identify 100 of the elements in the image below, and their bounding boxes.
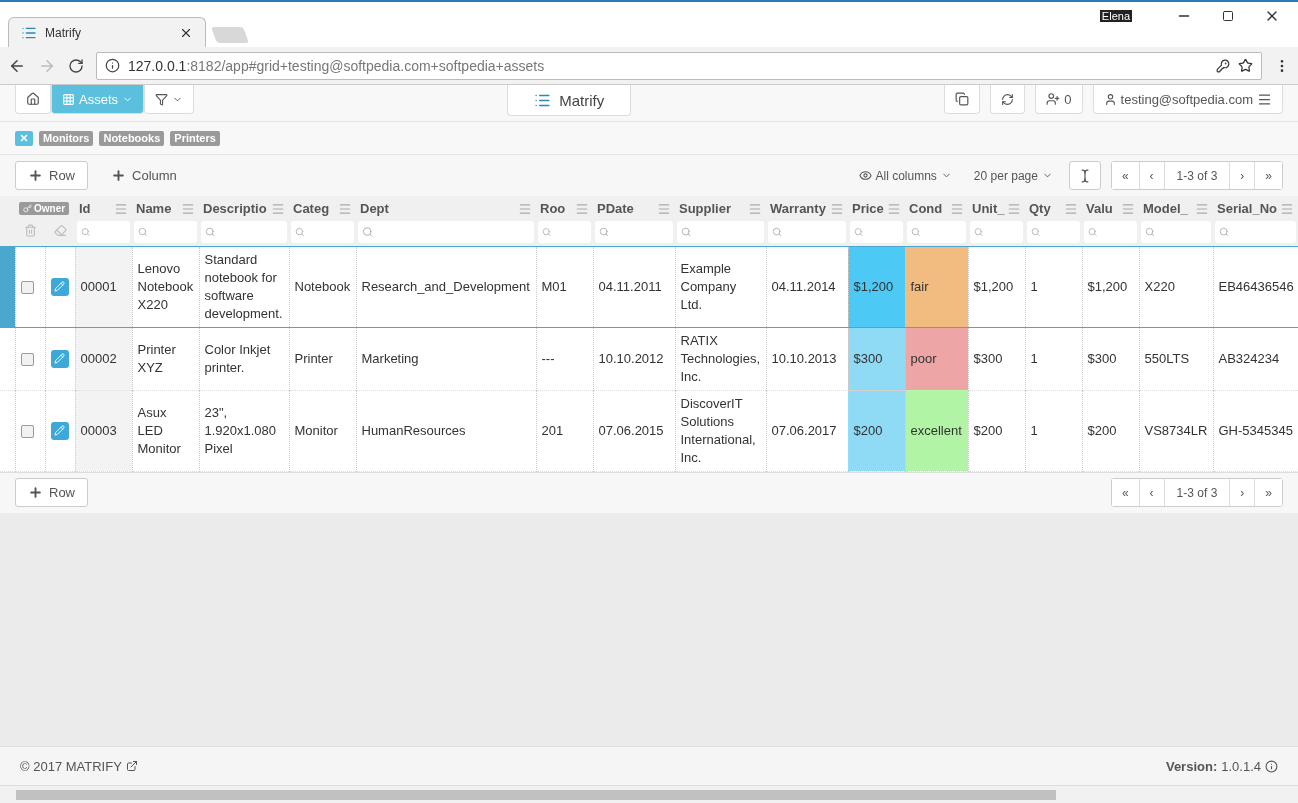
table-cell: fair: [905, 246, 968, 327]
refresh-button[interactable]: [990, 85, 1026, 114]
search-field[interactable]: [358, 221, 534, 244]
copy-button[interactable]: [944, 85, 981, 114]
invite-button[interactable]: 0: [1035, 85, 1083, 114]
clear-filters-button[interactable]: [15, 130, 33, 146]
table-cell: Standard notebook for software development.: [199, 246, 289, 327]
search-field[interactable]: [538, 221, 591, 244]
profile-name[interactable]: Elena: [1099, 10, 1132, 22]
search-field[interactable]: [291, 221, 354, 244]
table-cell: RATIX Technologies, Inc.: [675, 327, 766, 390]
search-icon: [1031, 226, 1041, 239]
table-cell: 00001: [75, 246, 132, 327]
grid-icon: [62, 92, 75, 106]
address-field[interactable]: 127.0.0.1:8182/app#grid+testing@softpedia.com+softpedia+assets: [96, 51, 1262, 80]
table-cell: 04.11.2011: [593, 246, 675, 327]
table-cell: $1,200: [1082, 246, 1139, 327]
search-icon: [854, 226, 864, 239]
refresh-icon: [1001, 92, 1015, 106]
key-icon[interactable]: [1216, 58, 1230, 73]
search-icon: [974, 226, 984, 239]
close-icon: [19, 133, 29, 143]
table-cell: Notebook: [289, 246, 356, 327]
page-size-dropdown[interactable]: 20 per page: [967, 168, 1059, 183]
search-field[interactable]: [1084, 221, 1137, 244]
row-checkbox[interactable]: [20, 352, 34, 366]
row-checkbox[interactable]: [20, 424, 34, 438]
table-cell: Example Company Ltd.: [675, 246, 766, 327]
search-icon: [1219, 226, 1230, 239]
info-icon[interactable]: [1265, 759, 1278, 773]
eraser-icon[interactable]: [53, 224, 67, 238]
search-icon: [772, 226, 783, 239]
maximize-icon[interactable]: [1222, 10, 1234, 22]
row-marker[interactable]: [0, 390, 15, 471]
row-marker[interactable]: [0, 327, 15, 390]
search-field[interactable]: [134, 221, 197, 244]
table-cell: 00003: [75, 390, 132, 471]
table-cell: Lenovo Notebook X220: [132, 246, 199, 327]
trash-icon[interactable]: [23, 224, 37, 238]
search-field[interactable]: [1027, 221, 1080, 244]
search-field[interactable]: [595, 221, 673, 244]
plus-icon: [111, 168, 126, 183]
edit-button[interactable]: [50, 277, 69, 296]
search-icon: [681, 226, 692, 239]
plus-icon: [28, 168, 43, 183]
eye-icon: [858, 169, 872, 182]
external-link-icon[interactable]: [125, 760, 138, 772]
table-cell: 10.10.2013: [766, 327, 848, 390]
last-page-button[interactable]: »: [1254, 479, 1282, 506]
search-icon: [542, 226, 552, 239]
table-cell: 23", 1.920x1.080 Pixel: [199, 390, 289, 471]
tab-title: Matrify: [45, 25, 82, 40]
text-cursor-button[interactable]: [1068, 161, 1101, 190]
scrollbar-thumb[interactable]: [16, 789, 1056, 800]
search-field[interactable]: [1215, 221, 1296, 244]
search-field[interactable]: [970, 221, 1023, 244]
table-cell: $200: [848, 390, 905, 471]
search-icon: [1145, 226, 1155, 239]
star-icon[interactable]: [1238, 58, 1253, 73]
table-cell: poor: [905, 327, 968, 390]
last-page-button[interactable]: »: [1254, 162, 1282, 189]
search-field[interactable]: [677, 221, 764, 244]
table-cell: Research_and_Development: [356, 246, 536, 327]
add-row-button[interactable]: Row: [15, 478, 88, 507]
search-field[interactable]: [850, 221, 903, 244]
copyright-text: © 2017 MATRIFY: [20, 758, 122, 774]
browser-tab[interactable]: Matrify: [8, 17, 206, 47]
table-cell: $200: [1082, 390, 1139, 471]
search-field[interactable]: [201, 221, 287, 244]
user-menu[interactable]: testing@softpedia.com: [1092, 85, 1283, 114]
table-cell: $1,200: [968, 246, 1025, 327]
row-marker[interactable]: [0, 246, 15, 327]
columns-dropdown[interactable]: All columns: [852, 168, 958, 183]
reload-icon[interactable]: [68, 57, 84, 74]
search-icon: [1088, 226, 1098, 239]
table-cell: Monitor: [289, 390, 356, 471]
add-row-button[interactable]: Row: [15, 161, 88, 190]
add-column-button[interactable]: Column: [98, 161, 190, 190]
table-cell: $300: [1082, 327, 1139, 390]
column-header[interactable]: Dept: [360, 201, 389, 216]
column-header[interactable]: Id: [79, 201, 91, 216]
search-field[interactable]: [77, 221, 130, 244]
table-cell: $1,200: [848, 246, 905, 327]
search-field[interactable]: [907, 221, 966, 244]
table-cell: 1: [1025, 390, 1082, 471]
table-cell: DiscoverIT Solutions International, Inc.: [675, 390, 766, 471]
table-cell: Printer XYZ: [132, 327, 199, 390]
info-icon: [105, 58, 120, 73]
new-tab-button[interactable]: [211, 27, 249, 43]
filter-button[interactable]: [144, 85, 194, 114]
edit-button[interactable]: [50, 349, 69, 368]
home-button[interactable]: [15, 85, 51, 114]
search-field[interactable]: [768, 221, 846, 244]
table-cell: Marketing: [356, 327, 536, 390]
row-checkbox[interactable]: [20, 280, 34, 294]
search-field[interactable]: [1141, 221, 1211, 244]
table-cell: AB324234: [1213, 327, 1298, 390]
app-title-tab[interactable]: Matrify: [507, 85, 632, 116]
edit-button[interactable]: [50, 421, 69, 440]
search-icon: [911, 226, 921, 239]
